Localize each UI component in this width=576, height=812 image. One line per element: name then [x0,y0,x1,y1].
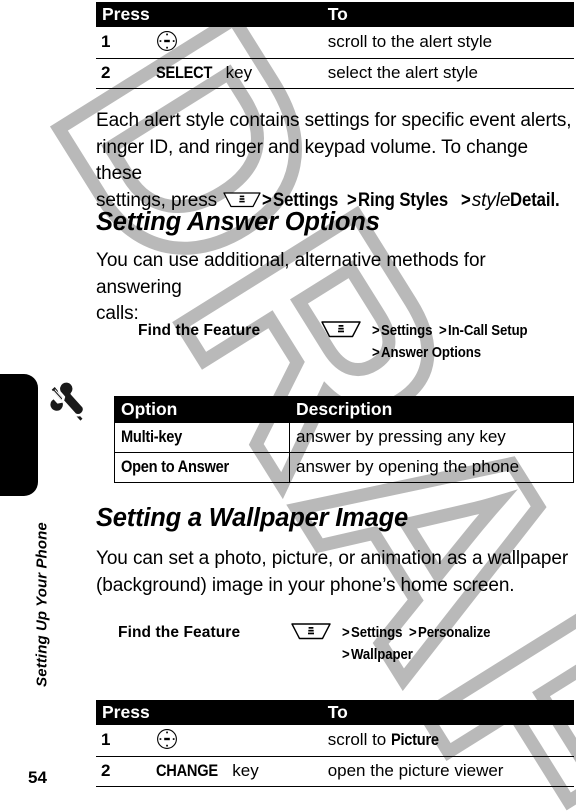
path-sep: > [439,322,447,339]
header-press: Press [96,700,150,725]
path-sep: > [409,624,417,641]
alert-style-press-table: Press To 1 scroll to the alert style 2 S… [96,2,574,89]
wallpaper-intro: You can set a photo, picture, or animati… [96,546,576,599]
table-header-row: Option Description [114,396,574,423]
step-number: 1 [96,725,150,757]
menu-key-icon [222,191,262,209]
to-cell: open the picture viewer [321,756,574,787]
table-row: 2 SELECT key select the alert style [96,58,574,89]
chapter-tab [0,374,38,496]
option-cell: Multi-key [114,422,290,453]
find-the-feature-label: Find the Feature [118,624,241,641]
menu-key-icon [320,320,362,344]
menu-path-detail: Detail. [510,189,560,211]
header-to: To [321,2,574,27]
answer-options-table: Option Description Multi-key answer by p… [114,396,574,483]
path-sep: > [372,322,380,339]
step-number: 1 [96,27,150,59]
wrench-screwdriver-icon [40,378,96,434]
menu-key-icon [290,622,332,646]
paragraph-line: ringer ID, and ringer and keypad volume.… [96,136,528,185]
key-suffix: key [220,63,253,82]
table-row: 1 scroll to the alert style [96,27,574,59]
path-sep: > [460,189,471,211]
to-cell: scroll to Picture [321,725,574,757]
answer-options-intro: You can use additional, alternative meth… [96,248,576,328]
menu-path-style-variable: style [471,189,511,211]
menu-path-settings: Settings [350,624,403,641]
description-cell: answer by opening the phone [289,452,574,483]
step-number: 2 [96,756,150,787]
find-the-feature-path-line2: > Wallpaper [342,646,421,663]
section-heading-answer-options: Setting Answer Options [96,208,380,236]
paragraph-line: (background) image in your phone’s home … [96,574,515,596]
press-cell [149,27,322,59]
header-option: Option [114,396,290,423]
to-cell: select the alert style [321,58,574,89]
option-label: Multi-key [121,427,183,446]
option-cell: Open to Answer [114,452,290,483]
to-bold-term: Picture [390,730,439,749]
path-sep: > [342,646,350,663]
paragraph-line: You can set a photo, picture, or animati… [96,548,569,569]
press-cell: SELECT key [149,58,322,89]
header-press: Press [96,2,150,27]
paragraph-line: Each alert style contains settings for s… [96,110,572,131]
table-row: Multi-key answer by pressing any key [114,422,574,453]
menu-path-in-call-setup: In-Call Setup [447,322,528,339]
find-the-feature-path-line1: > Settings > In-Call Setup [372,322,538,339]
softkey-label: CHANGE [155,761,218,780]
menu-path-answer-options: Answer Options [380,344,481,361]
table-row: 1 scroll to Picture [96,725,574,757]
table-row: 2 CHANGE key open the picture viewer [96,756,574,787]
menu-path-wallpaper: Wallpaper [350,646,413,663]
path-sep: > [342,624,350,641]
header-description: Description [289,396,574,423]
find-the-feature-path-line1: > Settings > Personalize [342,624,500,641]
to-text: scroll to [327,730,391,749]
softkey-label: SELECT [155,63,212,82]
find-the-feature-label: Find the Feature [138,322,261,339]
chapter-label: Setting Up Your Phone [33,522,51,687]
section-heading-wallpaper: Setting a Wallpaper Image [96,504,408,532]
key-suffix: key [227,761,259,780]
table-row: Open to Answer answer by opening the pho… [114,452,574,483]
paragraph-line: You can use additional, alternative meth… [96,250,486,298]
to-cell: scroll to the alert style [321,27,574,59]
alert-style-paragraph: Each alert style contains settings for s… [96,108,576,214]
wallpaper-press-table: Press To 1 scroll to Picture 2 CHANGE ke… [96,700,574,787]
press-cell [149,725,322,757]
table-header-row: Press To [96,700,574,725]
press-cell: CHANGE key [149,756,322,787]
header-to: To [321,700,574,725]
find-the-feature-path-line2: > Answer Options [372,344,494,361]
page-number: 54 [28,768,47,787]
table-header-row: Press To [96,2,574,27]
description-cell: answer by pressing any key [289,422,574,453]
menu-path-personalize: Personalize [417,624,491,641]
menu-path-settings: Settings [380,322,433,339]
navigation-key-icon [156,30,178,52]
navigation-key-icon [156,728,178,750]
path-sep: > [372,344,380,361]
step-number: 2 [96,58,150,89]
option-label: Open to Answer [121,457,229,476]
